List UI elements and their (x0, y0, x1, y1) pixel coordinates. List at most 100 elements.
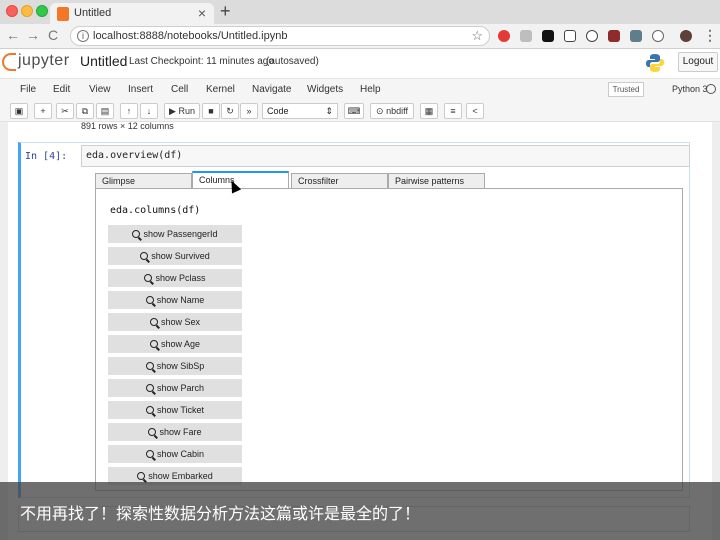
jupyter-logo-icon[interactable] (2, 53, 16, 71)
jupyter-header: jupyter Untitled Last Checkpoint: 11 min… (0, 49, 720, 78)
show-cabin-button[interactable]: show Cabin (108, 445, 242, 463)
extension-slate-icon[interactable] (630, 30, 642, 42)
button-label: show Parch (156, 383, 205, 393)
notebook-toolbar: ▣ + ✂ ⧉ ▤ ↑ ↓ ▶ Run ■ ↻ » Code ⇕ ⌨ ⊙ nbd… (0, 100, 720, 122)
menu-edit[interactable]: Edit (53, 84, 70, 95)
button-label: show SibSp (156, 361, 205, 371)
extension-ring-icon[interactable] (652, 30, 664, 42)
cut-icon[interactable]: ✂ (56, 103, 74, 119)
reload-icon[interactable]: C (48, 27, 58, 43)
show-parch-button[interactable]: show Parch (108, 379, 242, 397)
search-icon (144, 274, 153, 282)
caption-text: 不用再找了！探索性数据分析方法这篇或许是最全的了！ (20, 504, 421, 523)
extension-m-icon[interactable] (608, 30, 620, 42)
notebook-name[interactable]: Untitled (80, 53, 127, 69)
info-icon[interactable]: i (77, 30, 89, 42)
menu-navigate[interactable]: Navigate (252, 84, 291, 95)
nbdiff-button[interactable]: ⊙ nbdiff (370, 103, 414, 119)
maximize-window-button[interactable] (36, 5, 48, 17)
move-up-icon[interactable]: ↑ (120, 103, 138, 119)
caption-banner: 不用再找了！探索性数据分析方法这篇或许是最全的了！ (0, 482, 720, 540)
button-label: show Pclass (155, 273, 206, 283)
menu-help[interactable]: Help (360, 84, 381, 95)
show-name-button[interactable]: show Name (108, 291, 242, 309)
new-tab-button[interactable]: + (220, 1, 231, 22)
jupyter-logo-text[interactable]: jupyter (18, 52, 70, 70)
show-ticket-button[interactable]: show Ticket (108, 401, 242, 419)
code-text: eda.overview(df) (86, 150, 183, 161)
keyboard-icon[interactable]: ⌨ (344, 103, 364, 119)
trusted-badge[interactable]: Trusted (608, 82, 644, 97)
button-label: show Survived (151, 251, 210, 261)
show-passengerid-button[interactable]: show PassengerId (108, 225, 242, 243)
chevron-down-icon: ⇕ (325, 106, 333, 116)
nbdiff-label: nbdiff (386, 106, 408, 116)
menu-file[interactable]: File (20, 84, 36, 95)
tab-pairwise-patterns[interactable]: Pairwise patterns (388, 173, 485, 189)
button-label: show Ticket (156, 405, 205, 415)
browser-tabstrip: Untitled × + (0, 0, 720, 25)
search-icon (145, 406, 154, 414)
browser-tab[interactable]: Untitled × (50, 3, 214, 25)
add-cell-icon[interactable]: + (34, 103, 52, 119)
tab-glimpse[interactable]: Glimpse (95, 173, 192, 189)
stop-icon[interactable]: ■ (202, 103, 220, 119)
show-sibsp-button[interactable]: show SibSp (108, 357, 242, 375)
menu-widgets[interactable]: Widgets (307, 84, 343, 95)
show-survived-button[interactable]: show Survived (108, 247, 242, 265)
bookmark-star-icon[interactable]: ☆ (471, 28, 483, 44)
extension-gray-icon[interactable] (520, 30, 532, 42)
menu-kernel[interactable]: Kernel (206, 84, 235, 95)
share-icon[interactable]: < (466, 103, 484, 119)
show-fare-button[interactable]: show Fare (108, 423, 242, 441)
search-icon (140, 252, 149, 260)
search-icon (137, 472, 146, 480)
copy-icon[interactable]: ⧉ (76, 103, 94, 119)
kernel-name[interactable]: Python 3 (672, 84, 708, 94)
extension-play-icon[interactable] (542, 30, 554, 42)
button-label: show PassengerId (143, 229, 218, 239)
cell-type-select[interactable]: Code ⇕ (262, 103, 338, 119)
fast-forward-icon[interactable]: » (240, 103, 258, 119)
code-input[interactable]: eda.overview(df) (81, 145, 690, 167)
menu-cell[interactable]: Cell (171, 84, 188, 95)
calculator-icon[interactable]: ▦ (420, 103, 438, 119)
run-label: Run (178, 106, 195, 116)
selected-code-cell[interactable]: In [4]: eda.overview(df) Glimpse Columns… (18, 142, 690, 498)
address-bar-row: ← → C i localhost:8888/notebooks/Untitle… (0, 24, 720, 49)
search-icon (145, 450, 154, 458)
forward-arrow-icon[interactable]: → (26, 27, 40, 43)
extension-red-icon[interactable] (498, 30, 510, 42)
url-text: localhost:8888/notebooks/Untitled.ipynb (93, 30, 288, 42)
minimize-window-button[interactable] (21, 5, 33, 17)
button-label: show Name (156, 295, 205, 305)
menu-insert[interactable]: Insert (128, 84, 153, 95)
close-window-button[interactable] (6, 5, 18, 17)
browser-menu-icon[interactable]: ⋮ (703, 27, 717, 44)
tab-crossfilter[interactable]: Crossfilter (291, 173, 388, 189)
restart-icon[interactable]: ↻ (221, 103, 239, 119)
kernel-status-icon (706, 84, 716, 94)
show-sex-button[interactable]: show Sex (108, 313, 242, 331)
back-arrow-icon[interactable]: ← (6, 27, 20, 43)
show-pclass-button[interactable]: show Pclass (108, 269, 242, 287)
widget-output: Glimpse Columns Crossfilter Pairwise pat… (95, 171, 685, 491)
save-icon[interactable]: ▣ (10, 103, 28, 119)
button-label: show Fare (159, 427, 202, 437)
extension-circle-icon[interactable] (586, 30, 598, 42)
logout-button[interactable]: Logout (678, 52, 718, 72)
show-age-button[interactable]: show Age (108, 335, 242, 353)
paste-icon[interactable]: ▤ (96, 103, 114, 119)
menu-view[interactable]: View (89, 84, 111, 95)
extension-shield-icon[interactable] (564, 30, 576, 42)
cell-prompt: In [4]: (25, 151, 68, 162)
button-label: show Sex (160, 317, 201, 327)
url-field[interactable]: i localhost:8888/notebooks/Untitled.ipyn… (70, 26, 490, 46)
tab-close-icon[interactable]: × (198, 5, 206, 21)
list-icon[interactable]: ≡ (444, 103, 462, 119)
move-down-icon[interactable]: ↓ (140, 103, 158, 119)
run-button[interactable]: ▶ Run (164, 103, 200, 119)
profile-avatar[interactable] (680, 30, 692, 42)
tab-title: Untitled (74, 7, 112, 19)
jupyter-favicon-icon (57, 7, 69, 21)
